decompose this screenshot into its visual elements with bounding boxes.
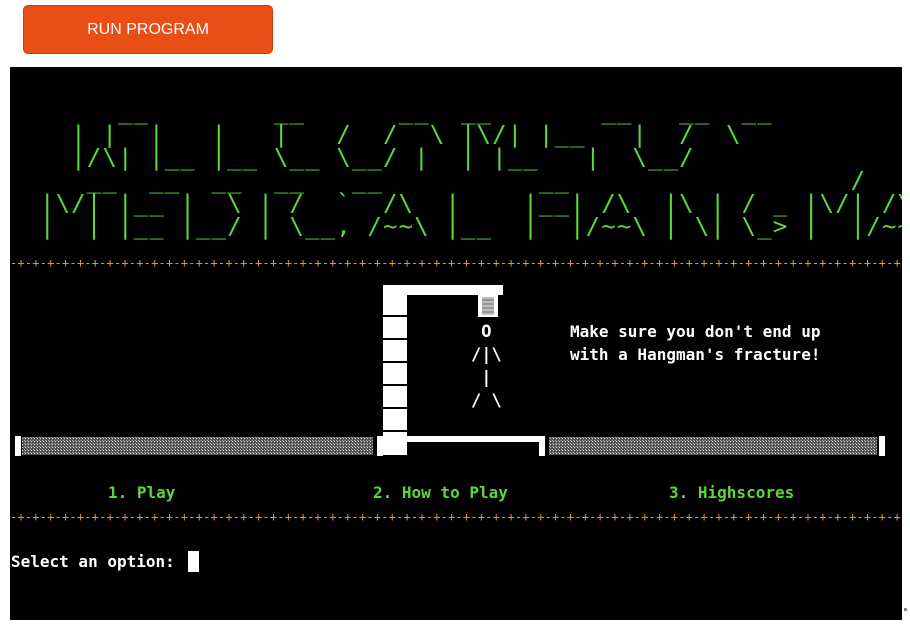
welcome-banner: __ __ __ __ __ __ __ | | | | | / / \ |\/…: [40, 101, 902, 239]
menu-option-how-to-play[interactable]: 2. How to Play: [373, 483, 508, 502]
tagline-line: Make sure you don't end up: [570, 322, 821, 341]
scrollbar-marker[interactable]: [904, 608, 907, 611]
figure-line: O: [471, 322, 492, 342]
text-cursor[interactable]: [188, 551, 200, 572]
menu-option-highscores[interactable]: 3. Highscores: [669, 483, 794, 502]
run-program-button[interactable]: RUN PROGRAM: [23, 5, 273, 54]
divider-top: -+-+-+-+-+-+-+-+-+-+-+-+-+-+-+-+-+-+-+-+…: [10, 256, 902, 270]
figure-line: |: [471, 368, 492, 388]
gallows-platform-icon: [15, 436, 885, 456]
prompt-label: Select an option:: [11, 552, 185, 571]
figure-line: /|\: [471, 345, 502, 365]
tagline-line: with a Hangman's fracture!: [570, 345, 821, 364]
banner-line: | | |__ |__/ | \__, /~~\ |__ | |/~~\ | \…: [40, 214, 902, 240]
hangman-figure: O /|\ | / \: [471, 321, 502, 413]
divider-bottom: -+-+-+-+-+-+-+-+-+-+-+-+-+-+-+-+-+-+-+-+…: [10, 510, 902, 524]
tagline: Make sure you don't end up with a Hangma…: [570, 320, 820, 366]
figure-line: / \: [471, 391, 502, 411]
terminal-window[interactable]: __ __ __ __ __ __ __ | | | | | / / \ |\/…: [10, 67, 902, 620]
input-prompt[interactable]: Select an option:: [11, 551, 200, 572]
menu-option-play[interactable]: 1. Play: [108, 483, 175, 502]
